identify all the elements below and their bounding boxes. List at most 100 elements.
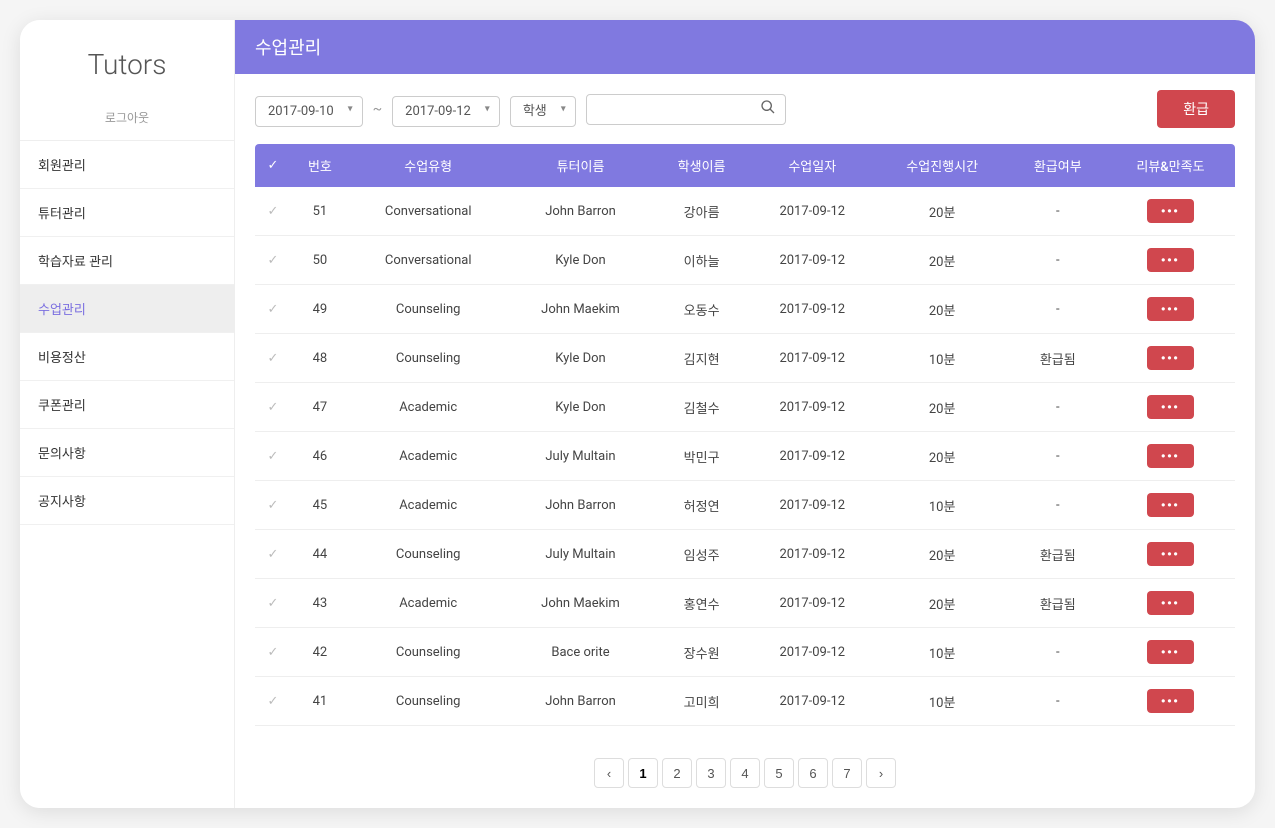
cell-type: Counseling	[349, 334, 508, 383]
sidebar-item[interactable]: 회원관리	[20, 141, 234, 189]
cell-tutor: John Maekim	[508, 579, 654, 628]
cell-date: 2017-09-12	[750, 628, 875, 677]
cell-refund: 환급됨	[1010, 334, 1106, 383]
cell-type: Conversational	[349, 236, 508, 285]
date-to-input[interactable]: 2017-09-12	[392, 96, 500, 127]
cell-no: 51	[291, 187, 349, 236]
cell-date: 2017-09-12	[750, 334, 875, 383]
table-row: ✓46AcademicJuly Multain박민구2017-09-1220분-…	[255, 432, 1235, 481]
cell-tutor: John Barron	[508, 677, 654, 726]
cell-type: Counseling	[349, 285, 508, 334]
more-button[interactable]: •••	[1147, 395, 1194, 419]
cell-no: 42	[291, 628, 349, 677]
page-prev-button[interactable]: ‹	[594, 758, 624, 788]
cell-student: 홍연수	[653, 579, 749, 628]
cell-type: Counseling	[349, 530, 508, 579]
check-icon[interactable]: ✓	[268, 694, 279, 709]
table-row: ✓51ConversationalJohn Barron강아름2017-09-1…	[255, 187, 1235, 236]
page-next-button[interactable]: ›	[866, 758, 896, 788]
sidebar-item[interactable]: 비용정산	[20, 333, 234, 381]
more-button[interactable]: •••	[1147, 542, 1194, 566]
chevron-left-icon: ‹	[607, 766, 611, 781]
cell-date: 2017-09-12	[750, 481, 875, 530]
logout-link[interactable]: 로그아웃	[20, 101, 234, 141]
page-button[interactable]: 6	[798, 758, 828, 788]
cell-tutor: Kyle Don	[508, 236, 654, 285]
table-row: ✓47AcademicKyle Don김철수2017-09-1220분-•••	[255, 383, 1235, 432]
cell-date: 2017-09-12	[750, 579, 875, 628]
more-button[interactable]: •••	[1147, 199, 1194, 223]
cell-type: Counseling	[349, 628, 508, 677]
cell-tutor: John Maekim	[508, 285, 654, 334]
sidebar: Tutors 로그아웃 회원관리튜터관리학습자료 관리수업관리비용정산쿠폰관리문…	[20, 20, 235, 808]
table-header-cell: 수업일자	[750, 144, 875, 187]
cell-date: 2017-09-12	[750, 432, 875, 481]
sidebar-item[interactable]: 쿠폰관리	[20, 381, 234, 429]
filter-select[interactable]: 학생	[510, 96, 576, 127]
table-row: ✓42CounselingBace orite장수원2017-09-1210분-…	[255, 628, 1235, 677]
table-header-cell: 학생이름	[653, 144, 749, 187]
sidebar-item[interactable]: 수업관리	[20, 285, 234, 333]
more-button[interactable]: •••	[1147, 493, 1194, 517]
check-icon[interactable]: ✓	[268, 645, 279, 660]
cell-date: 2017-09-12	[750, 285, 875, 334]
more-button[interactable]: •••	[1147, 248, 1194, 272]
cell-student: 박민구	[653, 432, 749, 481]
check-icon[interactable]: ✓	[268, 302, 279, 317]
date-from-input[interactable]: 2017-09-10	[255, 96, 363, 127]
search-input[interactable]	[586, 94, 786, 125]
table-row: ✓43AcademicJohn Maekim홍연수2017-09-1220분환급…	[255, 579, 1235, 628]
check-icon[interactable]: ✓	[268, 498, 279, 513]
cell-date: 2017-09-12	[750, 187, 875, 236]
check-icon[interactable]: ✓	[268, 449, 279, 464]
cell-date: 2017-09-12	[750, 383, 875, 432]
more-button[interactable]: •••	[1147, 640, 1194, 664]
check-icon[interactable]: ✓	[268, 351, 279, 366]
page-button[interactable]: 3	[696, 758, 726, 788]
more-button[interactable]: •••	[1147, 689, 1194, 713]
check-icon[interactable]: ✓	[268, 400, 279, 415]
page-button[interactable]: 1	[628, 758, 658, 788]
cell-tutor: July Multain	[508, 432, 654, 481]
check-icon[interactable]: ✓	[268, 253, 279, 268]
page-button[interactable]: 4	[730, 758, 760, 788]
cell-no: 41	[291, 677, 349, 726]
sidebar-item[interactable]: 튜터관리	[20, 189, 234, 237]
check-all-icon[interactable]: ✓	[268, 158, 279, 173]
check-icon[interactable]: ✓	[268, 204, 279, 219]
cell-date: 2017-09-12	[750, 530, 875, 579]
table-header-cell: 수업유형	[349, 144, 508, 187]
check-icon[interactable]: ✓	[268, 547, 279, 562]
more-button[interactable]: •••	[1147, 591, 1194, 615]
sidebar-item[interactable]: 학습자료 관리	[20, 237, 234, 285]
check-icon[interactable]: ✓	[268, 596, 279, 611]
more-button[interactable]: •••	[1147, 346, 1194, 370]
cell-student: 김지현	[653, 334, 749, 383]
table-header-cell: 수업진행시간	[875, 144, 1010, 187]
cell-type: Academic	[349, 432, 508, 481]
sidebar-item[interactable]: 문의사항	[20, 429, 234, 477]
cell-duration: 20분	[875, 383, 1010, 432]
cell-refund: 환급됨	[1010, 579, 1106, 628]
table-row: ✓41CounselingJohn Barron고미희2017-09-1210분…	[255, 677, 1235, 726]
more-button[interactable]: •••	[1147, 297, 1194, 321]
cell-student: 허정연	[653, 481, 749, 530]
cell-date: 2017-09-12	[750, 236, 875, 285]
table-header-cell: 튜터이름	[508, 144, 654, 187]
date-range-separator: ~	[373, 101, 383, 117]
more-button[interactable]: •••	[1147, 444, 1194, 468]
page-button[interactable]: 7	[832, 758, 862, 788]
cell-type: Academic	[349, 579, 508, 628]
cell-refund: -	[1010, 481, 1106, 530]
sidebar-item[interactable]: 공지사항	[20, 477, 234, 525]
refund-button[interactable]: 환급	[1157, 90, 1235, 128]
cell-student: 임성주	[653, 530, 749, 579]
cell-tutor: John Barron	[508, 187, 654, 236]
page-button[interactable]: 2	[662, 758, 692, 788]
cell-no: 50	[291, 236, 349, 285]
cell-refund: -	[1010, 236, 1106, 285]
page-button[interactable]: 5	[764, 758, 794, 788]
cell-duration: 20분	[875, 432, 1010, 481]
table-header-cell: 리뷰&만족도	[1106, 144, 1235, 187]
page-title: 수업관리	[235, 20, 1255, 74]
